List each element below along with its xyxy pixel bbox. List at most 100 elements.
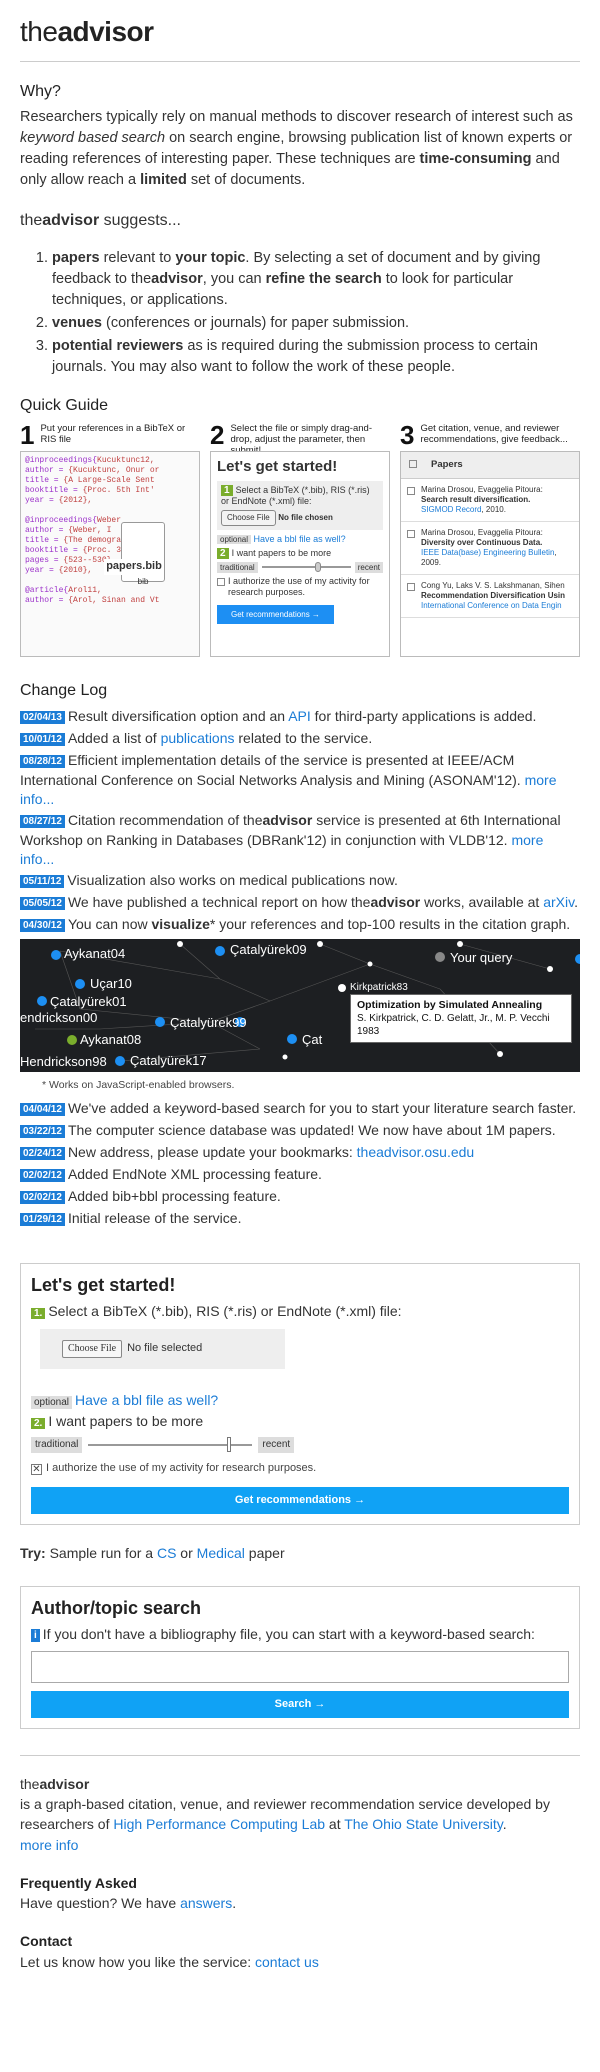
changelog-entry: 05/11/12 Visualization also works on medi… bbox=[20, 871, 580, 891]
entry-bold: visualize bbox=[151, 915, 210, 932]
bibtex-preview: @inproceedings{Kucuktunc12, author = {Ku… bbox=[20, 451, 200, 658]
entry-text: You can now bbox=[67, 915, 152, 932]
date-badge: 02/02/12 bbox=[20, 1190, 65, 1204]
paper-venue[interactable]: International Conference on Data Engin bbox=[421, 601, 562, 610]
header-divider bbox=[20, 60, 580, 62]
get-started-box: Let's get started! 1. Select a BibTeX (*.… bbox=[20, 1262, 580, 1526]
hpc-lab-link[interactable]: High Performance Computing Lab bbox=[113, 1816, 325, 1832]
faq-text: Have question? We have answers. bbox=[20, 1895, 237, 1912]
why-text: Researchers typically rely on manual met… bbox=[20, 108, 573, 188]
search-input[interactable] bbox=[31, 1650, 569, 1683]
graph-node-label[interactable]: Your query bbox=[450, 949, 512, 968]
paper-checkbox[interactable] bbox=[407, 530, 415, 539]
paper-venue[interactable]: SIGMOD Record bbox=[421, 505, 481, 514]
graph-node-label[interactable]: Çatalyürek09 bbox=[230, 941, 307, 960]
step1-line: 1. Select a BibTeX (*.bib), RIS (*.ris) o… bbox=[31, 1302, 569, 1323]
changelog-entry: 02/02/12 Added bib+bbl processing feature… bbox=[20, 1187, 580, 1207]
get-started-title: Let's get started! bbox=[31, 1274, 176, 1295]
code-line: booktitle = {Proc. 33rd Int bbox=[25, 546, 195, 556]
paper-title[interactable]: Diversity over Continuous Data. bbox=[421, 538, 542, 547]
paper-info: Marina Drosou, Evaggelia Pitoura: Search … bbox=[421, 485, 543, 515]
entry-link[interactable]: API bbox=[288, 708, 311, 724]
code-value: Arol11, bbox=[68, 586, 102, 596]
graph-node-label[interactable]: Uçar10 bbox=[90, 975, 132, 994]
mini-choose-button: Choose File bbox=[221, 510, 276, 526]
graph-node-label[interactable]: Çat bbox=[302, 1031, 322, 1050]
code-value: Weber bbox=[97, 516, 122, 526]
contact-link[interactable]: contact us bbox=[255, 1954, 319, 1970]
suggest-item-reviewers: potential reviewers as is required durin… bbox=[52, 336, 580, 378]
entry-text: * your references and top-100 results in… bbox=[209, 915, 571, 932]
mini-authorize: I authorize the use of my activity for r… bbox=[228, 575, 370, 597]
bbl-link[interactable]: Have a bbl file as well? bbox=[75, 1392, 218, 1408]
search-info: i If you don't have a bibliography file, … bbox=[31, 1625, 569, 1645]
citation-graph[interactable]: Aykanat04 Çatalyürek09 Your query Uçar10… bbox=[20, 938, 580, 1072]
sample-cs-link[interactable]: CS bbox=[157, 1545, 176, 1561]
code-value: Kucuktunc12, bbox=[97, 456, 155, 466]
sample-medical-link[interactable]: Medical bbox=[197, 1545, 245, 1561]
mini-traditional: traditional bbox=[217, 561, 258, 573]
date-badge: 01/29/12 bbox=[20, 1212, 65, 1226]
entry-text: Citation recommendation of the bbox=[67, 811, 263, 828]
more-info-link[interactable]: more info bbox=[20, 1837, 78, 1853]
entry-text: for third-party applications is added. bbox=[310, 707, 537, 724]
osu-link[interactable]: The Ohio State University bbox=[344, 1816, 502, 1832]
graph-node-label[interactable]: Aykanat08 bbox=[80, 1031, 141, 1050]
code-value: {Weber, I bbox=[68, 526, 112, 536]
changelog-entry: 04/30/12 You can now visualize* your refe… bbox=[20, 915, 580, 935]
changelog-entry: 05/05/12 We have published a technical re… bbox=[20, 893, 580, 913]
brand-prefix: the bbox=[20, 16, 58, 47]
date-badge: 05/05/12 bbox=[20, 896, 65, 910]
graph-node-label[interactable]: Çatalyürek99 bbox=[170, 1014, 247, 1033]
quick-guide: Quick Guide 1 Put your references in a Bi… bbox=[20, 394, 580, 658]
date-badge: 08/27/12 bbox=[20, 814, 65, 828]
footer: theadvisor is a graph-based citation, ve… bbox=[20, 1774, 580, 1972]
paper-venue[interactable]: IEEE Data(base) Engineering Bulletin bbox=[421, 548, 554, 557]
entry-link[interactable]: arXiv bbox=[543, 894, 574, 910]
code-key: author = bbox=[25, 526, 69, 536]
paper-year: , 2010. bbox=[481, 505, 506, 515]
code-key: @article{ bbox=[25, 586, 69, 596]
answers-link[interactable]: answers bbox=[180, 1895, 232, 1911]
get-recommendations-button[interactable]: Get recommendations → bbox=[31, 1487, 569, 1515]
code-line: title = {A Large-Scale Sent bbox=[25, 476, 195, 486]
code-key: author = bbox=[25, 596, 69, 606]
date-badge: 05/11/12 bbox=[20, 874, 65, 888]
entry-link[interactable]: theadvisor.osu.edu bbox=[357, 1144, 475, 1160]
paper-title[interactable]: Search result diversification. bbox=[421, 495, 530, 504]
entry-text: We have published a technical report on … bbox=[67, 893, 371, 910]
code-value: {A Large-Scale Sent bbox=[63, 476, 155, 486]
entry-bold: advisor bbox=[370, 893, 421, 910]
code-key: booktitle = bbox=[25, 486, 83, 496]
changelog-entry: 08/28/12 Efficient implementation details… bbox=[20, 751, 580, 809]
tooltip-year: 1983 bbox=[357, 1025, 380, 1037]
file-label: papers.bib bbox=[104, 559, 164, 576]
step2-line: 2. I want papers to be more bbox=[31, 1412, 569, 1433]
recency-slider[interactable]: traditional recent bbox=[31, 1436, 569, 1454]
why-section: Why? Researchers typically rely on manua… bbox=[20, 80, 580, 191]
slider-track[interactable] bbox=[88, 1437, 253, 1453]
date-badge: 08/28/12 bbox=[20, 754, 65, 768]
paper-title[interactable]: Recommendation Diversification Usin bbox=[421, 591, 565, 600]
paper-info: Marina Drosou, Evaggelia Pitoura: Diversi… bbox=[421, 528, 573, 568]
graph-node-label[interactable]: Çatalyürek17 bbox=[130, 1052, 207, 1071]
upload-preview: Let's get started! 1 Select a BibTeX (*.b… bbox=[210, 451, 390, 658]
graph-node-label[interactable]: Aykanat04 bbox=[64, 945, 125, 964]
authorize-checkbox[interactable]: ✕ bbox=[31, 1463, 42, 1475]
graph-node-label[interactable]: endrickson00 bbox=[20, 1009, 97, 1028]
choose-file-button[interactable]: Choose File bbox=[62, 1339, 123, 1359]
mini-paper-row: Marina Drosou, Evaggelia Pitoura: Search … bbox=[401, 479, 579, 523]
brand-logo[interactable]: theadvisor bbox=[20, 12, 580, 53]
graph-node-label[interactable]: Hendrickson98 bbox=[20, 1053, 107, 1072]
contact-heading: Contact bbox=[20, 1933, 73, 1950]
slider-knob[interactable] bbox=[227, 1437, 232, 1453]
entry-link[interactable]: publications bbox=[161, 730, 235, 746]
entry-text: Result diversification option and an bbox=[67, 707, 289, 724]
search-button[interactable]: Search → bbox=[31, 1690, 569, 1718]
paper-checkbox[interactable] bbox=[407, 583, 415, 592]
code-line: author = {Kucuktunc, Onur or bbox=[25, 466, 195, 476]
entry-text: Added bib+bbl processing feature. bbox=[67, 1187, 281, 1204]
file-upload[interactable]: Choose File No file selected bbox=[40, 1328, 285, 1369]
paper-checkbox[interactable] bbox=[407, 487, 415, 496]
paper-venue-line: International Conference on Data Engin bbox=[421, 601, 565, 611]
